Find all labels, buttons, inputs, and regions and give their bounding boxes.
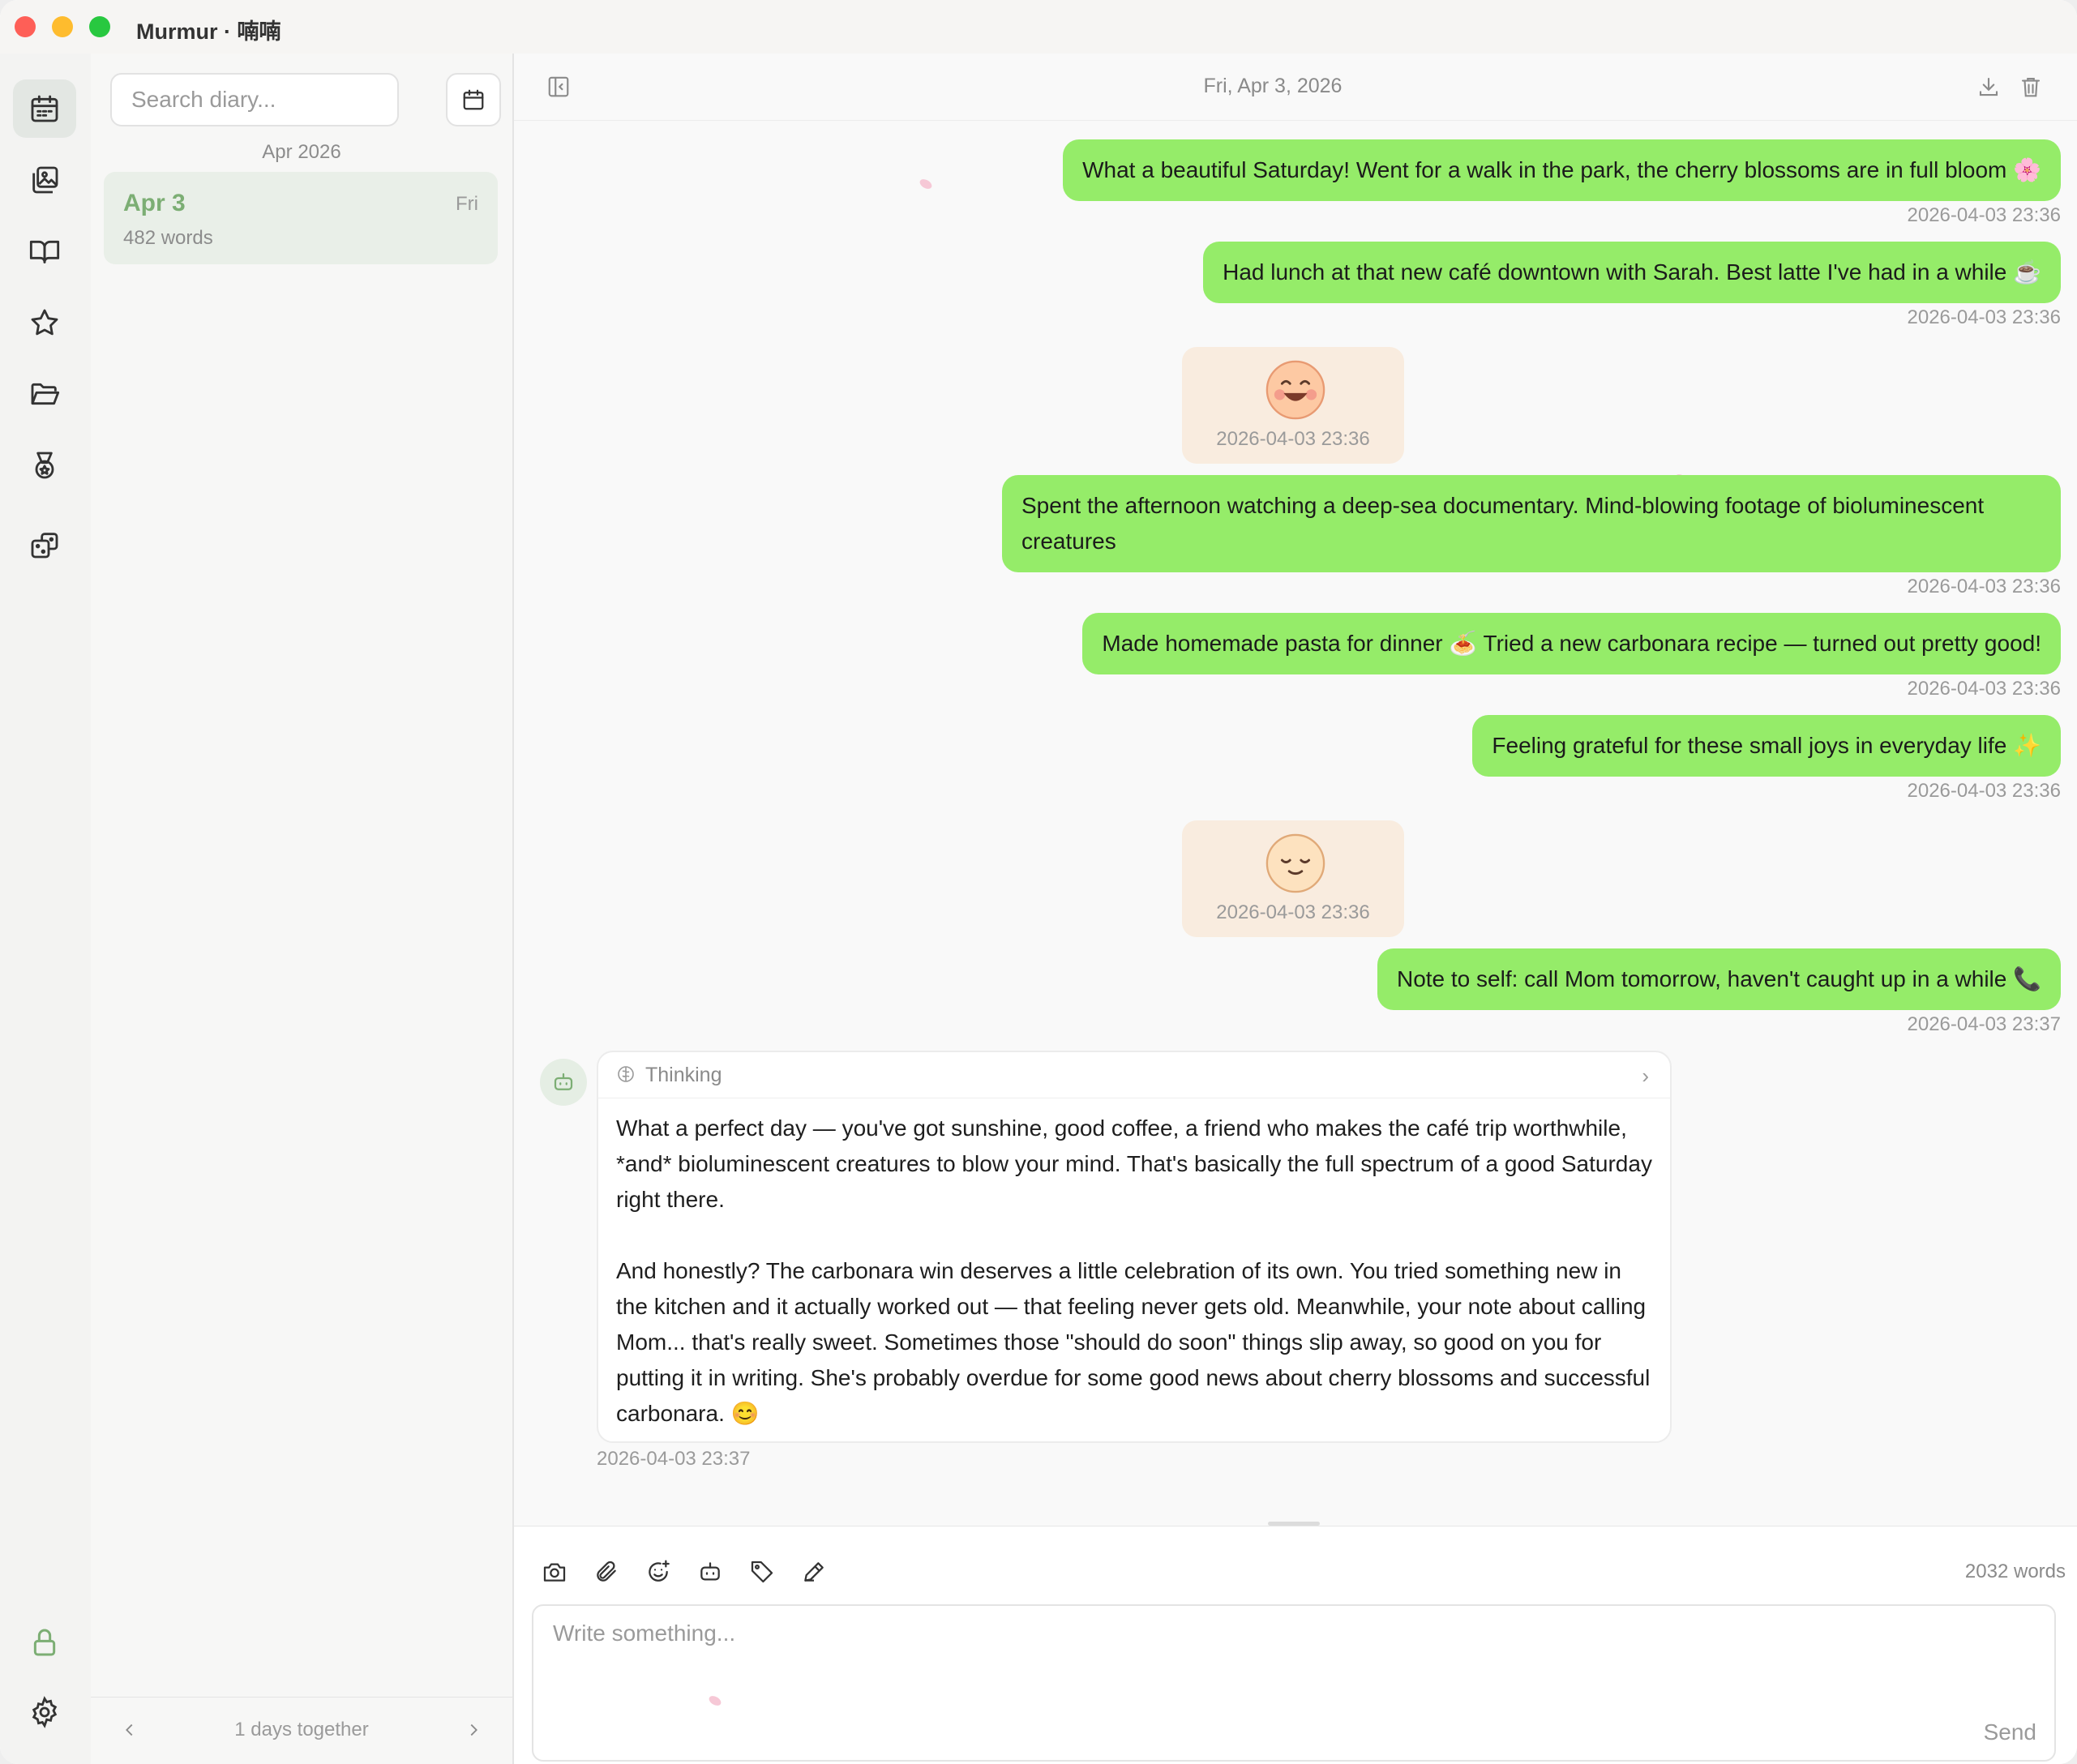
ai-reply-text: What a perfect day — you've got sunshine… (616, 1111, 1654, 1467)
diary-main: Fri, Apr 3, 2026 What a beautiful Saturd… (514, 54, 2077, 1764)
month-label: Apr 2026 (262, 141, 341, 163)
robot-icon (554, 1073, 573, 1090)
thinking-label: Thinking (645, 1064, 722, 1086)
composer: 2032 words Send (514, 1522, 2077, 1764)
petal-decoration (918, 177, 934, 191)
lock-icon (33, 1629, 56, 1656)
diary-message[interactable]: Had lunch at that new café downtown with… (1203, 242, 2061, 303)
chevron-right-icon (470, 1723, 477, 1736)
message-text: Had lunch at that new café downtown with… (1223, 259, 2041, 285)
message-text: What a beautiful Saturday! Went for a wa… (1082, 157, 2041, 182)
diary-message[interactable]: Feeling grateful for these small joys in… (1472, 715, 2061, 777)
diary-message[interactable]: Made homemade pasta for dinner 🍝 Tried a… (1082, 613, 2061, 674)
nav-favorites[interactable] (13, 293, 76, 352)
brain-icon (618, 1066, 634, 1082)
nav-folders[interactable] (13, 365, 76, 423)
content-face-icon (1265, 833, 1325, 893)
grinning-face-icon (1265, 360, 1325, 420)
emoji-add-icon (649, 1560, 670, 1582)
entry-weekday: Fri (456, 193, 478, 215)
tag-icon (751, 1561, 773, 1583)
calendar-picker-button[interactable] (446, 73, 501, 126)
message-text: Note to self: call Mom tomorrow, haven't… (1396, 966, 2041, 991)
settings-icon (32, 1696, 58, 1728)
entry-date: Apr 3 (123, 190, 186, 216)
main-header: Fri, Apr 3, 2026 (514, 54, 2077, 121)
message-timestamp: 2026-04-03 23:36 (1907, 678, 2062, 700)
dice-icon (31, 533, 58, 559)
write-button[interactable] (798, 1556, 830, 1588)
search-input[interactable] (110, 73, 399, 126)
ai-reply-paragraph: And honestly? The carbonara win deserves… (616, 1258, 1651, 1426)
calendar-icon (463, 89, 484, 110)
calendar-icon (31, 95, 58, 122)
folder-icon (31, 383, 60, 405)
camera-button[interactable] (538, 1556, 571, 1588)
message-text: Made homemade pasta for dinner 🍝 Tried a… (1102, 631, 2041, 656)
sidebar-footer: 1 days together (91, 1697, 512, 1764)
next-button[interactable] (459, 1715, 488, 1745)
nav-settings[interactable] (13, 1683, 76, 1741)
close-window-button[interactable] (15, 16, 36, 37)
message-text: Spent the afternoon watching a deep-sea … (1021, 493, 1985, 554)
message-timestamp: 2026-04-03 23:36 (1907, 204, 2062, 226)
book-icon (29, 240, 60, 263)
robot-icon (700, 1562, 720, 1581)
ai-reply-timestamp: 2026-04-03 23:37 (597, 1448, 751, 1470)
resize-handle[interactable] (1268, 1522, 1320, 1526)
mood-timestamp: 2026-04-03 23:36 (1216, 901, 1370, 923)
export-button[interactable] (1973, 71, 2004, 102)
nav-gallery[interactable] (13, 151, 76, 209)
diary-message[interactable]: What a beautiful Saturday! Went for a wa… (1063, 139, 2061, 201)
window-title: Murmur · 喃喃 (136, 19, 281, 44)
message-timestamp: 2026-04-03 23:37 (1907, 1013, 2062, 1035)
pen-icon (804, 1562, 824, 1582)
trash-icon (2021, 77, 2041, 97)
ai-reply-paragraph: What a perfect day — you've got sunshine… (616, 1115, 1652, 1212)
nav-random[interactable] (13, 516, 76, 574)
mood-card[interactable]: 2026-04-03 23:36 (1182, 347, 1404, 464)
send-button[interactable]: Send (1984, 1719, 2036, 1745)
diary-sidebar: Apr 2026 Apr 3 Fri 482 words 1 days toge… (91, 54, 514, 1764)
diary-message[interactable]: Spent the afternoon watching a deep-sea … (1002, 475, 2061, 572)
delete-entry-button[interactable] (2015, 71, 2046, 102)
nav-lock[interactable] (13, 1613, 76, 1672)
days-together-label: 1 days together (234, 1719, 369, 1740)
ai-avatar (540, 1059, 587, 1106)
nav-calendar[interactable] (13, 79, 76, 138)
star-icon (31, 309, 58, 336)
thinking-toggle[interactable]: Thinking › (598, 1052, 1670, 1098)
nav-rail (0, 54, 92, 1764)
camera-icon (543, 1563, 566, 1582)
composer-textarea[interactable] (551, 1619, 2030, 1711)
nav-journal[interactable] (13, 222, 76, 280)
message-timestamp: 2026-04-03 23:36 (1907, 780, 2062, 802)
nav-achievements[interactable] (13, 436, 76, 495)
ai-reply-card: Thinking › What a perfect day — you've g… (597, 1051, 1672, 1443)
minimize-window-button[interactable] (52, 16, 73, 37)
attach-button[interactable] (590, 1556, 623, 1588)
paperclip-icon (597, 1561, 616, 1582)
mood-timestamp: 2026-04-03 23:36 (1216, 428, 1370, 450)
message-text: Feeling grateful for these small joys in… (1492, 733, 2041, 758)
medal-icon (35, 452, 54, 479)
title-bar: Murmur · 喃喃 (0, 0, 2077, 54)
current-date: Fri, Apr 3, 2026 (1203, 75, 1343, 97)
message-timestamp: 2026-04-03 23:36 (1907, 576, 2062, 597)
tag-button[interactable] (746, 1556, 778, 1588)
ai-button[interactable] (694, 1556, 726, 1588)
gallery-icon (32, 166, 58, 194)
app-window: Murmur · 喃喃 Search diary... Apr 2026 Apr… (0, 0, 2077, 1764)
word-count: 2032 words (1964, 1561, 2066, 1582)
mood-card[interactable]: 2026-04-03 23:36 (1182, 820, 1404, 937)
chevron-right-icon: › (1642, 1064, 1649, 1088)
message-timestamp: 2026-04-03 23:36 (1907, 306, 2062, 328)
diary-message[interactable]: Note to self: call Mom tomorrow, haven't… (1377, 948, 2061, 1010)
composer-input-box: Send (532, 1604, 2056, 1762)
mood-button[interactable] (642, 1556, 674, 1588)
entry-word-count: 482 words (123, 227, 213, 249)
download-icon (1979, 77, 1998, 96)
diary-entry-item[interactable]: Apr 3 Fri 482 words (104, 172, 498, 264)
maximize-window-button[interactable] (89, 16, 110, 37)
